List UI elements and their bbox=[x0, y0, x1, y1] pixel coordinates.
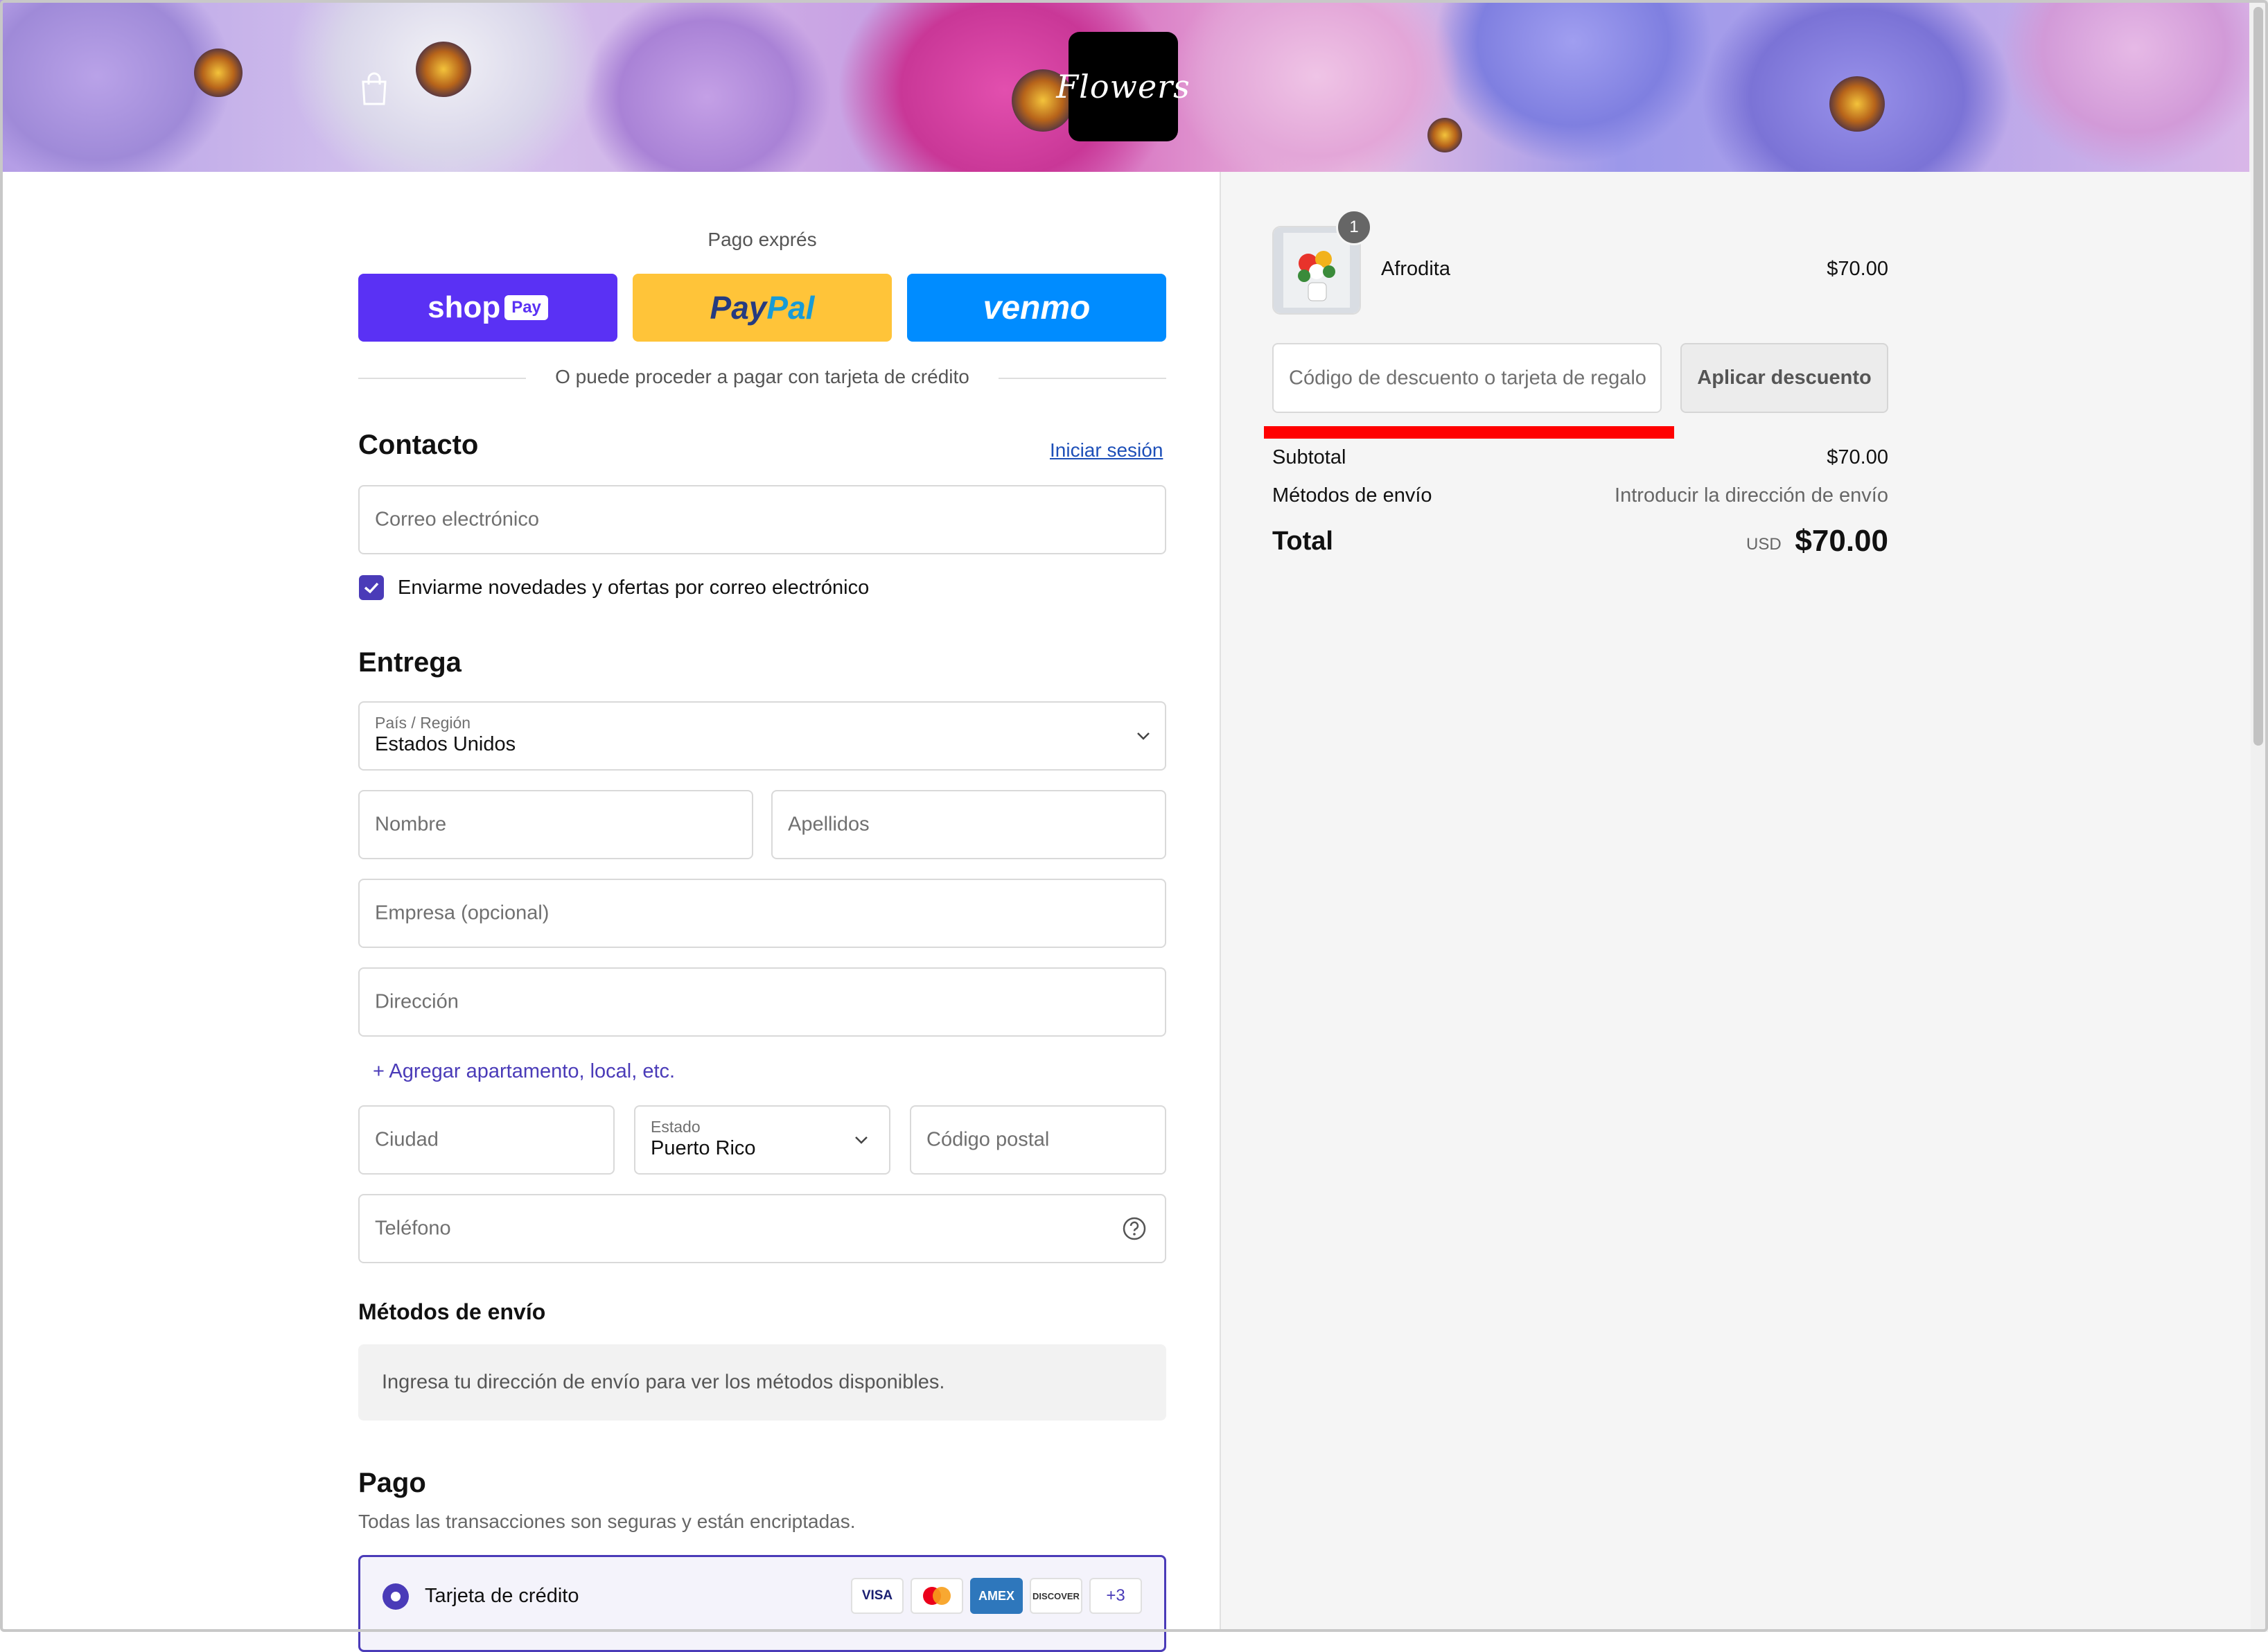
shopping-bag-icon[interactable] bbox=[359, 72, 389, 107]
login-link[interactable]: Iniciar sesión bbox=[1050, 439, 1163, 462]
city-field[interactable]: Ciudad bbox=[358, 1105, 615, 1175]
highlight-underline bbox=[1264, 426, 1674, 439]
add-apartment-link[interactable]: + Agregar apartamento, local, etc. bbox=[373, 1060, 675, 1083]
paypal-brand-pay: Pay bbox=[710, 290, 767, 326]
zip-placeholder: Código postal bbox=[926, 1128, 1050, 1151]
flower-decoration bbox=[1427, 118, 1462, 152]
store-logo[interactable]: Flowers bbox=[1056, 32, 1190, 141]
mastercard-icon bbox=[911, 1578, 963, 1614]
shipping-summary-value: Introducir la dirección de envío bbox=[1615, 484, 1888, 507]
shipping-summary-label: Métodos de envío bbox=[1272, 484, 1432, 507]
shop-pay-brand: shop bbox=[428, 290, 501, 324]
paypal-button[interactable]: Pay Pal bbox=[633, 274, 892, 342]
last-name-field[interactable]: Apellidos bbox=[771, 790, 1166, 859]
scrollbar-thumb[interactable] bbox=[2253, 7, 2263, 746]
first-name-placeholder: Nombre bbox=[375, 813, 447, 836]
apply-discount-button[interactable]: Aplicar descuento bbox=[1680, 343, 1888, 413]
checkmark-icon bbox=[364, 582, 379, 594]
discount-placeholder: Código de descuento o tarjeta de regalo bbox=[1289, 367, 1646, 389]
header-banner: Flowers bbox=[0, 0, 2249, 172]
payment-heading: Pago bbox=[358, 1468, 426, 1498]
visa-icon: VISA bbox=[851, 1578, 904, 1614]
mastercard-circles-icon bbox=[923, 1587, 951, 1605]
subtotal-label: Subtotal bbox=[1272, 446, 1346, 468]
total-label: Total bbox=[1272, 527, 1333, 556]
state-select[interactable]: Estado Puerto Rico bbox=[634, 1105, 890, 1175]
item-name: Afrodita bbox=[1381, 258, 1450, 280]
state-value: Puerto Rico bbox=[651, 1137, 756, 1159]
total-value: $70.00 bbox=[1795, 524, 1888, 558]
state-label: Estado bbox=[651, 1118, 701, 1136]
discover-icon: DISCOVER bbox=[1030, 1578, 1082, 1614]
venmo-button[interactable]: venmo bbox=[907, 274, 1166, 342]
credit-card-option[interactable]: Tarjeta de crédito VISA AMEX DISCOVER +3 bbox=[358, 1555, 1166, 1652]
company-field[interactable]: Empresa (opcional) bbox=[358, 879, 1166, 948]
first-name-field[interactable]: Nombre bbox=[358, 790, 753, 859]
more-cards-badge: +3 bbox=[1089, 1578, 1142, 1614]
flower-decoration bbox=[1829, 76, 1885, 132]
newsletter-label: Enviarme novedades y ofertas por correo … bbox=[398, 577, 870, 599]
payment-subtitle: Todas las transacciones son seguras y es… bbox=[358, 1511, 856, 1532]
credit-card-radio[interactable] bbox=[383, 1583, 409, 1610]
email-placeholder: Correo electrónico bbox=[375, 508, 539, 531]
item-price: $70.00 bbox=[1827, 258, 1888, 280]
quantity-badge: 1 bbox=[1336, 209, 1372, 245]
credit-card-label: Tarjeta de crédito bbox=[425, 1585, 579, 1607]
total-currency: USD bbox=[1746, 535, 1782, 554]
country-select[interactable]: País / Región Estados Unidos bbox=[358, 701, 1166, 771]
chevron-down-icon bbox=[855, 1136, 868, 1144]
country-label: País / Región bbox=[375, 714, 471, 732]
address-field[interactable]: Dirección bbox=[358, 967, 1166, 1037]
zip-field[interactable]: Código postal bbox=[910, 1105, 1166, 1175]
flower-decoration bbox=[416, 42, 471, 97]
phone-placeholder: Teléfono bbox=[375, 1217, 451, 1240]
divider bbox=[999, 378, 1166, 379]
paypal-brand-pal: Pal bbox=[766, 290, 815, 326]
divider-text: O puede proceder a pagar con tarjeta de … bbox=[555, 366, 969, 387]
express-title: Pago exprés bbox=[707, 229, 817, 250]
chevron-down-icon bbox=[1137, 732, 1150, 740]
email-field[interactable]: Correo electrónico bbox=[358, 485, 1166, 554]
venmo-brand: venmo bbox=[983, 289, 1091, 326]
newsletter-checkbox[interactable] bbox=[359, 575, 384, 600]
subtotal-value: $70.00 bbox=[1827, 446, 1888, 468]
delivery-heading: Entrega bbox=[358, 647, 461, 678]
divider bbox=[358, 378, 526, 379]
shop-pay-button[interactable]: shop Pay bbox=[358, 274, 617, 342]
flower-decoration bbox=[194, 49, 243, 97]
shipping-heading: Métodos de envío bbox=[358, 1299, 546, 1324]
country-value: Estados Unidos bbox=[375, 733, 516, 755]
shipping-info-box: Ingresa tu dirección de envío para ver l… bbox=[358, 1344, 1166, 1421]
contact-heading: Contacto bbox=[358, 430, 479, 460]
question-circle-icon[interactable] bbox=[1122, 1216, 1147, 1241]
phone-field[interactable]: Teléfono bbox=[358, 1194, 1166, 1263]
discount-code-field[interactable]: Código de descuento o tarjeta de regalo bbox=[1272, 343, 1662, 413]
amex-icon: AMEX bbox=[970, 1578, 1023, 1614]
last-name-placeholder: Apellidos bbox=[788, 813, 870, 836]
city-placeholder: Ciudad bbox=[375, 1128, 439, 1151]
address-placeholder: Dirección bbox=[375, 990, 459, 1013]
company-placeholder: Empresa (opcional) bbox=[375, 902, 550, 924]
shipping-info-text: Ingresa tu dirección de envío para ver l… bbox=[382, 1371, 945, 1394]
shop-pay-tag: Pay bbox=[504, 295, 548, 320]
